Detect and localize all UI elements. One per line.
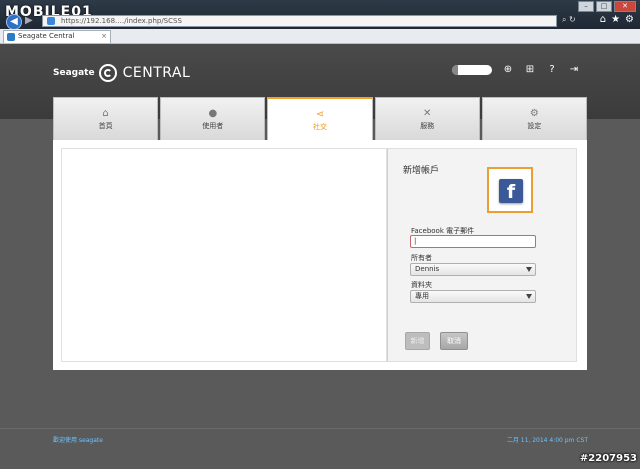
owner-label: 所有者 — [411, 254, 432, 262]
chevron-down-icon — [526, 267, 532, 272]
add-account-title: 新增帳戶 — [403, 166, 440, 176]
footer: 歡迎使用 seagate 二月 11, 2014 4:00 pm CST — [0, 428, 640, 451]
gears-icon: ⚙ — [529, 108, 539, 119]
share-icon: ⋖ — [315, 109, 325, 120]
gear-icon[interactable]: ⚙ — [625, 14, 634, 25]
browser-titlebar: MOBILE01 ◀ ▶ https://192.168.…/index.php… — [0, 0, 640, 30]
search-icon[interactable]: ⌕ — [562, 15, 566, 24]
forward-button[interactable]: ▶ — [25, 15, 37, 27]
tab-label: 設定 — [527, 122, 542, 130]
tab-label: 使用者 — [202, 122, 224, 130]
help-icon[interactable]: ? — [546, 64, 558, 76]
watermark-id: #2207953 — [579, 453, 637, 464]
left-arrow-icon: ◀ — [10, 16, 18, 27]
brand-name: Seagate — [53, 68, 95, 78]
email-field[interactable]: | — [410, 235, 536, 248]
tab-users[interactable]: ● 使用者 — [160, 97, 266, 140]
footer-datetime: 二月 11, 2014 4:00 pm CST — [506, 437, 588, 444]
accounts-list-pane — [61, 148, 387, 362]
folder-select[interactable]: 專用 — [410, 290, 536, 303]
owner-value: Dennis — [415, 265, 440, 273]
back-button[interactable]: ◀ — [6, 14, 22, 30]
add-button[interactable]: 新增 — [405, 332, 430, 350]
header-tools: ⊕ ⊞ ? ⇥ — [452, 64, 580, 76]
header-search-field[interactable] — [452, 65, 492, 75]
tab-label: 首頁 — [98, 122, 113, 130]
home-icon: ⌂ — [102, 108, 109, 119]
logout-icon[interactable]: ⇥ — [568, 64, 580, 76]
seagate-swirl-icon — [98, 64, 117, 82]
browser-toolbar-icons: ⌂ ★ ⚙ — [600, 14, 634, 25]
address-bar[interactable]: https://192.168.…/index.php/SCSS — [42, 15, 557, 27]
tab-settings[interactable]: ⚙ 設定 — [481, 97, 588, 140]
main-panel: 新增帳戶 f Facebook 電子郵件 | 所有者 Dennis 資料夾 專用… — [53, 140, 587, 370]
window-controls: – □ ✕ — [578, 1, 636, 12]
minimize-button[interactable]: – — [578, 1, 594, 12]
network-icon[interactable]: ⊞ — [524, 64, 536, 76]
folder-value: 專用 — [415, 292, 429, 300]
star-icon[interactable]: ★ — [611, 14, 620, 25]
browser-tab-title: Seagate Central — [18, 32, 75, 40]
product-name: CENTRAL — [122, 65, 191, 81]
tab-label: 社交 — [313, 123, 327, 131]
welcome-link[interactable]: 歡迎使用 seagate — [53, 435, 103, 444]
user-icon: ● — [208, 108, 218, 119]
tab-close-icon[interactable]: × — [101, 31, 107, 42]
tab-home[interactable]: ⌂ 首頁 — [53, 97, 159, 140]
folder-label: 資料夾 — [411, 281, 432, 289]
globe-icon[interactable]: ⊕ — [502, 64, 514, 76]
tab-social[interactable]: ⋖ 社交 — [267, 97, 373, 140]
owner-select[interactable]: Dennis — [410, 263, 536, 276]
tab-label: 服務 — [420, 122, 435, 130]
browser-tab[interactable]: Seagate Central × — [3, 30, 111, 43]
right-arrow-icon: ▶ — [25, 15, 33, 26]
maximize-button[interactable]: □ — [596, 1, 612, 12]
facebook-service-tile[interactable]: f — [487, 167, 533, 213]
address-actions[interactable]: ⌕ ↻ — [562, 15, 576, 25]
facebook-icon: f — [499, 179, 523, 203]
tab-services[interactable]: ✕ 服務 — [374, 97, 480, 140]
home-icon[interactable]: ⌂ — [600, 14, 606, 25]
address-text: https://192.168.…/index.php/SCSS — [61, 17, 182, 25]
cancel-button[interactable]: 取消 — [440, 332, 468, 350]
page-icon — [47, 17, 55, 25]
browser-tab-strip: Seagate Central × — [0, 29, 640, 44]
close-button[interactable]: ✕ — [614, 1, 636, 12]
favicon-icon — [7, 33, 15, 41]
main-tabs: ⌂ 首頁 ● 使用者 ⋖ 社交 ✕ 服務 ⚙ 設定 — [53, 97, 588, 140]
tools-icon: ✕ — [423, 108, 432, 119]
refresh-icon[interactable]: ↻ — [569, 15, 576, 24]
add-account-pane: 新增帳戶 f Facebook 電子郵件 | 所有者 Dennis 資料夾 專用… — [387, 148, 577, 362]
chevron-down-icon — [526, 294, 532, 299]
brand-logo: Seagate CENTRAL — [53, 64, 190, 82]
